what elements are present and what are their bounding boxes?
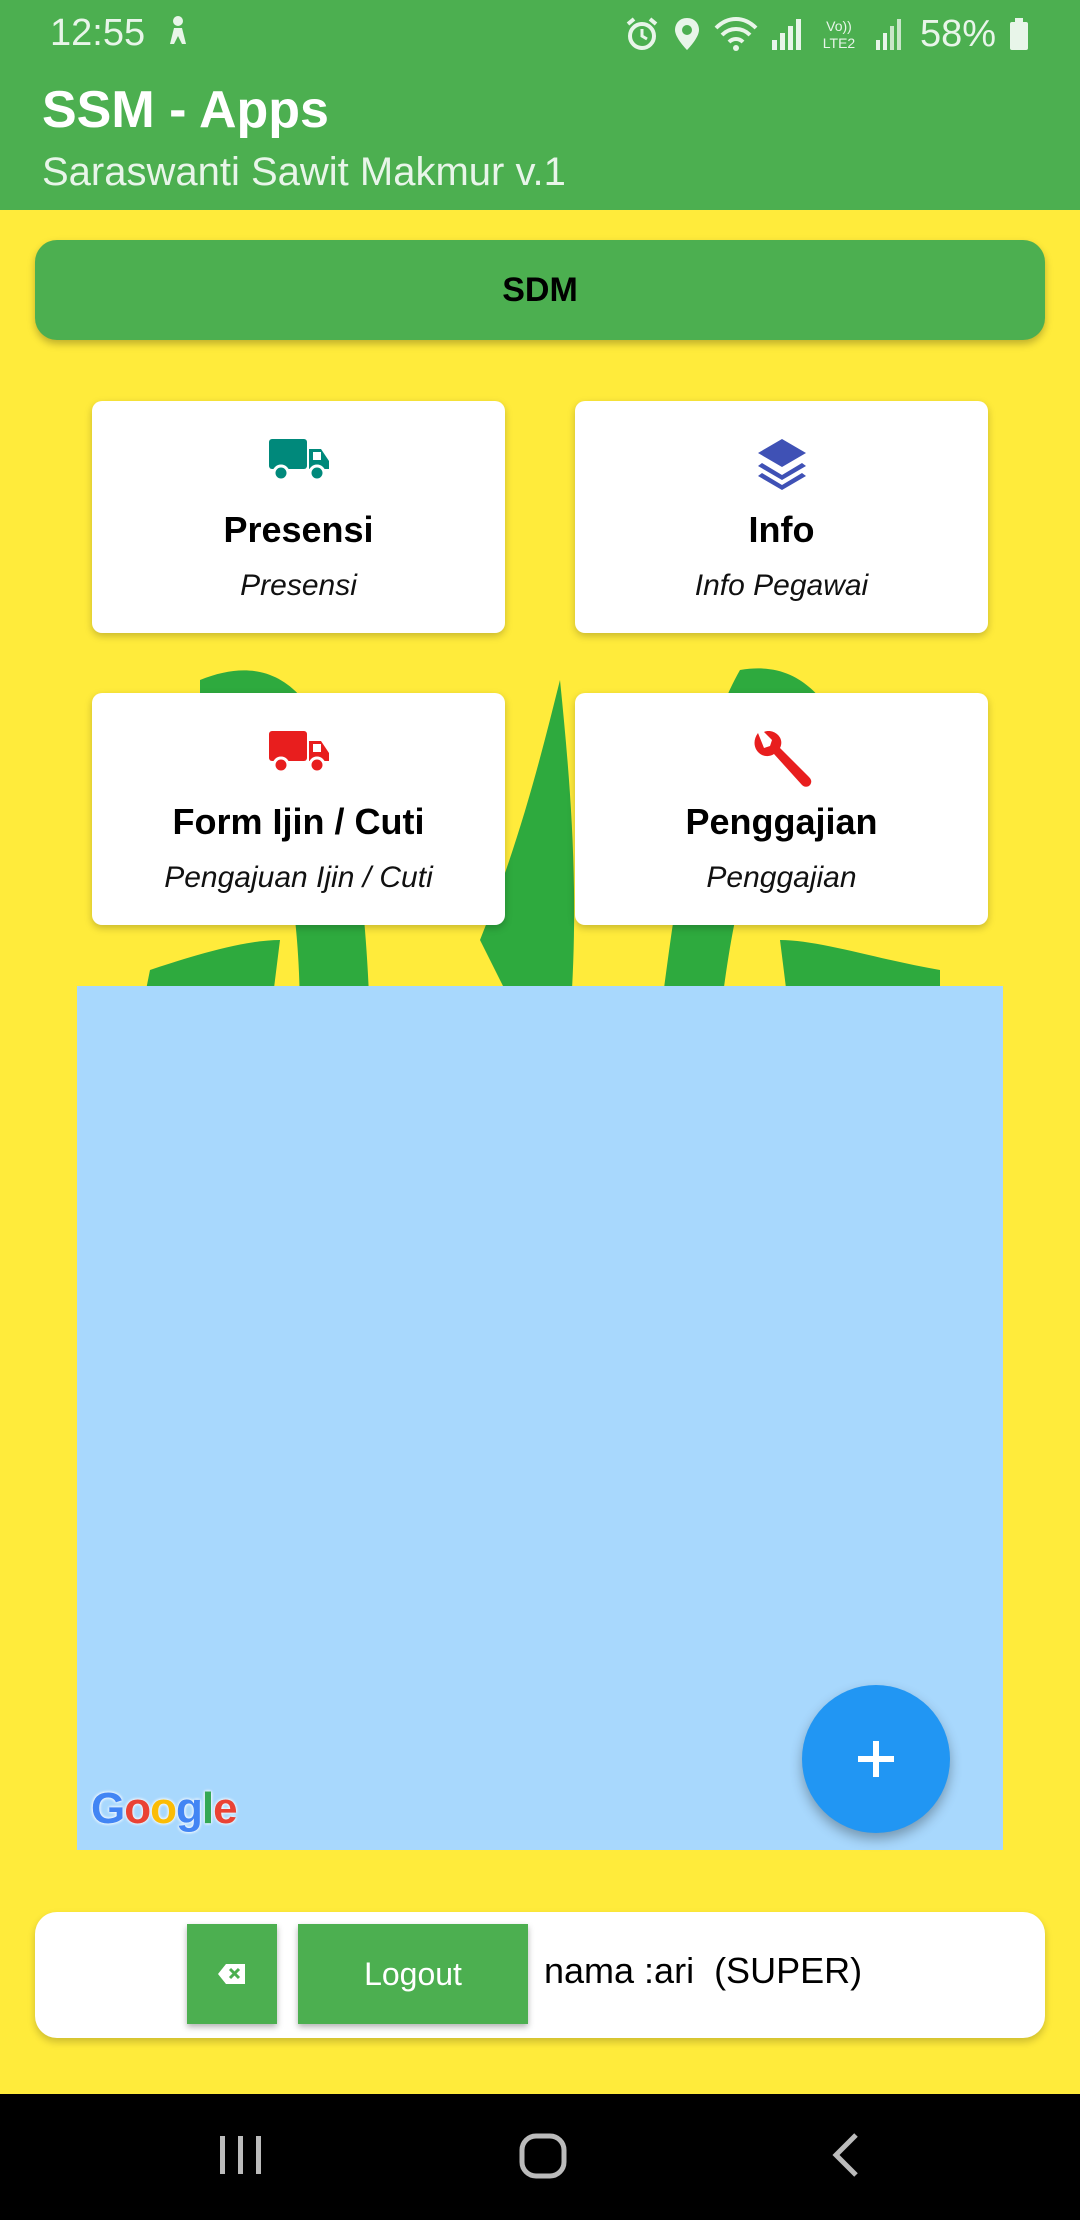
app-bar: 12:55 Vo)) LTE2 58% SSM - Apps Saraswant… (0, 0, 1080, 210)
menu-card-subtitle: Pengajuan Ijin / Cuti (164, 861, 433, 894)
menu-card-title: Info (748, 509, 815, 550)
svg-text:LTE2: LTE2 (823, 35, 856, 51)
truck-icon (268, 731, 329, 774)
status-icons: Vo)) LTE2 58% (624, 10, 1030, 58)
app-subtitle: Saraswanti Sawit Makmur v.1 (42, 150, 566, 194)
menu-card-title: Presensi (223, 509, 374, 550)
menu-card-presensi[interactable]: Presensi Presensi (92, 401, 505, 633)
svg-text:Vo)): Vo)) (826, 18, 852, 34)
location-icon (674, 18, 699, 50)
app-title: SSM - Apps (42, 81, 329, 139)
menu-card-subtitle: Info Pegawai (694, 569, 869, 602)
signal-icon (771, 19, 801, 50)
battery-percent: 58% (919, 12, 996, 55)
clear-button[interactable] (187, 1924, 277, 2024)
signal-icon-2 (875, 19, 901, 50)
person-icon (170, 16, 186, 44)
recent-apps-icon[interactable] (218, 2130, 264, 2180)
menu-card-subtitle: Presensi (240, 569, 357, 602)
menu-card-penggajian[interactable]: Penggajian Penggajian (575, 693, 988, 925)
status-bar: 12:55 Vo)) LTE2 58% (0, 0, 1080, 68)
menu-card-subtitle: Penggajian (706, 861, 857, 894)
plus-icon (858, 1741, 894, 1777)
logout-button[interactable]: Logout (298, 1924, 528, 2024)
volte-icon: Vo)) LTE2 (823, 18, 856, 51)
menu-card-title: Penggajian (685, 801, 878, 842)
section-sdm-button[interactable]: SDM (35, 240, 1045, 340)
menu-card-info[interactable]: Info Info Pegawai (575, 401, 988, 633)
status-time: 12:55 (50, 12, 146, 54)
user-info-text: nama :ari (SUPER) (544, 1950, 863, 1991)
home-icon[interactable] (518, 2130, 568, 2180)
wrench-icon (754, 731, 811, 787)
add-fab-button[interactable] (802, 1685, 950, 1833)
menu-card-title: Form Ijin / Cuti (172, 801, 425, 842)
section-sdm-label: SDM (502, 270, 578, 309)
alarm-icon (626, 17, 658, 50)
menu-card-form-ijin-cuti[interactable]: Form Ijin / Cuti Pengajuan Ijin / Cuti (92, 693, 505, 925)
backspace-icon (218, 1964, 245, 1984)
user-panel: Logout nama :ari (SUPER) (35, 1912, 1045, 2038)
truck-icon (268, 439, 329, 482)
system-nav-bar (0, 2094, 1080, 2220)
back-icon[interactable] (828, 2130, 864, 2180)
layers-icon (757, 439, 806, 490)
wifi-icon (714, 17, 758, 51)
battery-icon (1010, 18, 1028, 50)
logout-label: Logout (364, 1955, 462, 1992)
google-logo: Google (91, 1784, 238, 1833)
